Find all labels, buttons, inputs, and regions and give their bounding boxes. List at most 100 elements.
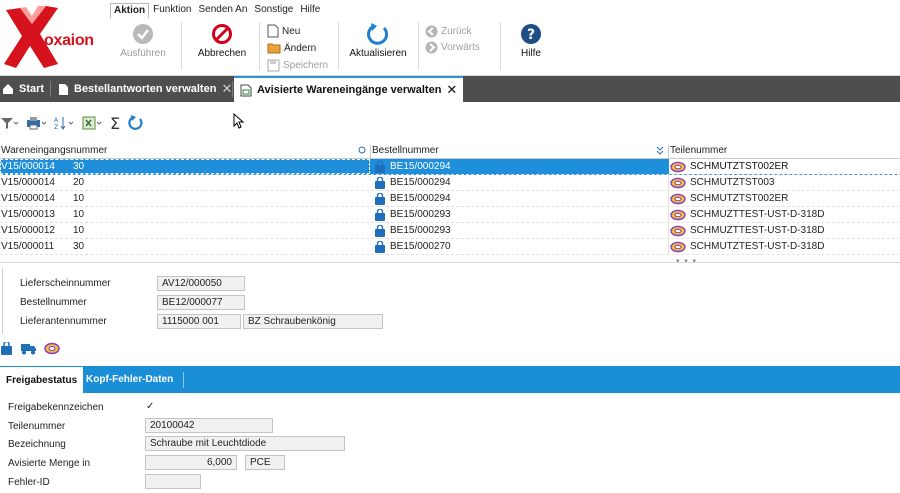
teilenummer-field[interactable]: 20100042 xyxy=(145,418,273,433)
tab-start[interactable]: Start xyxy=(2,76,44,102)
tab-start-label: Start xyxy=(19,83,45,95)
tab-divider xyxy=(232,81,233,97)
zurueck-button[interactable]: Zurück xyxy=(425,23,472,39)
filter-icon[interactable] xyxy=(0,116,18,130)
cell-teilenummer: SCHMUZTTEST-UST-D-318D xyxy=(668,207,900,222)
cell-position: 10 xyxy=(73,209,85,220)
sort-indicator-icon xyxy=(358,146,366,157)
vorwaerts-button[interactable]: Vorwärts xyxy=(425,39,480,55)
cell-teilenummer: SCHMUTZTST002ER xyxy=(668,159,900,174)
freigabekennzeichen-label: Freigabekennzeichen xyxy=(8,402,104,413)
cell-we-number: V15/000011 xyxy=(1,241,55,252)
cell-teilenummer: SCHMUTZTST002ER xyxy=(668,191,900,206)
fehler-id-field[interactable] xyxy=(145,474,201,489)
part-icon[interactable] xyxy=(44,342,60,358)
tab-bestellantworten[interactable]: Bestellantworten verwalten ✕ xyxy=(58,76,232,102)
refresh-icon[interactable] xyxy=(128,115,144,131)
lieferscheinnummer-label: Lieferscheinnummer xyxy=(20,278,111,289)
table-row[interactable]: V15/000014 10 BE15/000294 SCHMUTZTST002ER xyxy=(0,191,900,207)
table-body: V15/000014 30 BE15/000294 SCHMUTZTST002ER V1… xyxy=(0,159,900,255)
menu-funktion[interactable]: Funktion xyxy=(150,3,194,18)
cell-wareneingangsnummer: V15/000013 10 xyxy=(0,207,370,222)
close-icon[interactable]: ✕ xyxy=(446,82,457,98)
export-icon[interactable] xyxy=(82,116,102,130)
truck-icon[interactable] xyxy=(20,342,37,358)
print-icon[interactable] xyxy=(26,116,46,130)
abbrechen-button[interactable]: Abbrechen xyxy=(192,20,252,72)
cell-teil-value: SCHMUTZTST003 xyxy=(690,177,775,188)
cell-bestell-value: BE15/000270 xyxy=(390,241,451,252)
tab-kopf-fehler-daten[interactable]: Kopf-Fehler-Daten xyxy=(80,366,179,393)
close-icon[interactable]: ✕ xyxy=(221,81,232,97)
col-header-wareneingangsnummer[interactable]: Wareneingangsnummer xyxy=(0,145,370,158)
cell-wareneingangsnummer: V15/000014 10 xyxy=(0,191,370,206)
freigabekennzeichen-checkbox[interactable]: ✓ xyxy=(146,401,154,412)
detail-sideline xyxy=(2,268,3,334)
lieferantennummer-field[interactable]: 1115000 001 xyxy=(157,314,241,329)
ribbon-separator xyxy=(500,22,501,70)
bag-icon xyxy=(371,240,386,253)
table-row[interactable]: V15/000012 10 BE15/000293 SCHMUZTTEST-UST-D… xyxy=(0,223,900,239)
bestellnummer-field[interactable]: BE12/000077 xyxy=(157,295,245,310)
avisierte-menge-field[interactable]: 6,000 xyxy=(145,455,237,470)
mengeneinheit-field[interactable]: PCE xyxy=(245,455,285,470)
ribbon-separator xyxy=(418,22,419,70)
tab-freigabestatus[interactable]: Freigabestatus xyxy=(0,367,84,393)
more-ellipsis[interactable]: • • • xyxy=(676,256,697,267)
refresh-icon xyxy=(366,20,390,48)
cell-we-number: V15/000013 xyxy=(1,209,55,220)
forward-icon xyxy=(425,41,438,53)
wareneingang-table: Wareneingangsnummer Bestellnummer Teilen… xyxy=(0,145,900,255)
grid-divider xyxy=(0,262,900,263)
back-icon xyxy=(425,25,438,37)
table-row[interactable]: V15/000011 30 BE15/000270 SCHMUTZTEST-UST-D… xyxy=(0,239,900,255)
part-icon xyxy=(670,241,686,253)
sum-icon[interactable]: Σ xyxy=(110,114,120,133)
col-header-teilenummer[interactable]: Teilenummer xyxy=(668,145,900,158)
ausfuehren-button[interactable]: Ausführen xyxy=(120,20,166,72)
neu-button[interactable]: Neu xyxy=(267,23,300,39)
cell-teil-value: SCHMUTZTST002ER xyxy=(690,161,789,172)
menu-aktion[interactable]: Aktion xyxy=(110,3,150,18)
lieferscheinnummer-field[interactable]: AV12/000050 xyxy=(157,276,245,291)
home-icon xyxy=(3,84,13,94)
table-row[interactable]: V15/000014 30 BE15/000294 SCHMUTZTST002ER xyxy=(0,159,900,175)
aendern-button[interactable]: Ändern xyxy=(267,40,316,56)
sort-icon[interactable]: AZ xyxy=(54,116,74,130)
cell-we-number: V15/000014 xyxy=(1,193,55,204)
col-header-label: Bestellnummer xyxy=(372,145,439,156)
menu-hilfe[interactable]: Hilfe xyxy=(297,3,323,18)
cell-position: 30 xyxy=(73,241,85,252)
aktualisieren-button[interactable]: Aktualisieren xyxy=(345,20,411,72)
lieferantenname-field[interactable]: BZ Schraubenkönig xyxy=(243,314,383,329)
fehler-id-label: Fehler-ID xyxy=(8,477,50,488)
svg-text:Z: Z xyxy=(54,124,58,130)
menu-senden-an[interactable]: Senden An xyxy=(195,3,250,18)
neu-label: Neu xyxy=(282,25,301,37)
menu-sonstige[interactable]: Sonstige xyxy=(251,3,296,18)
bag-icon xyxy=(371,224,386,237)
hilfe-button[interactable]: ? Hilfe xyxy=(512,20,550,72)
cell-bestellnummer: BE15/000293 xyxy=(370,207,668,222)
table-row[interactable]: V15/000013 10 BE15/000293 SCHMUZTTEST-UST-D… xyxy=(0,207,900,223)
cancel-icon xyxy=(211,20,233,48)
col-header-bestellnummer[interactable]: Bestellnummer xyxy=(370,145,668,158)
related-actions xyxy=(0,340,60,358)
bezeichnung-field[interactable]: Schraube mit Leuchtdiode xyxy=(145,436,345,451)
tab-bar: Start Bestellantworten verwalten ✕ Avisi… xyxy=(0,76,900,102)
cell-wareneingangsnummer: V15/000011 30 xyxy=(0,239,370,254)
vorwaerts-label: Vorwärts xyxy=(441,41,480,53)
list-toolbar: AZ Σ xyxy=(0,112,144,134)
speichern-button[interactable]: Speichern xyxy=(267,57,328,73)
chevron-double-down-icon xyxy=(656,146,664,158)
table-row[interactable]: V15/000014 20 BE15/000294 SCHMUTZTST003 xyxy=(0,175,900,191)
tab-wareneingaenge[interactable]: Avisierte Wareneingänge verwalten ✕ xyxy=(234,76,464,102)
cell-bestell-value: BE15/000294 xyxy=(390,177,451,188)
cell-we-number: V15/000014 xyxy=(1,161,55,172)
part-icon xyxy=(670,161,686,173)
bag-icon[interactable] xyxy=(0,340,13,358)
part-icon xyxy=(670,177,686,189)
ribbon-separator xyxy=(259,22,260,70)
bag-icon xyxy=(371,208,386,221)
cell-position: 20 xyxy=(73,177,85,188)
